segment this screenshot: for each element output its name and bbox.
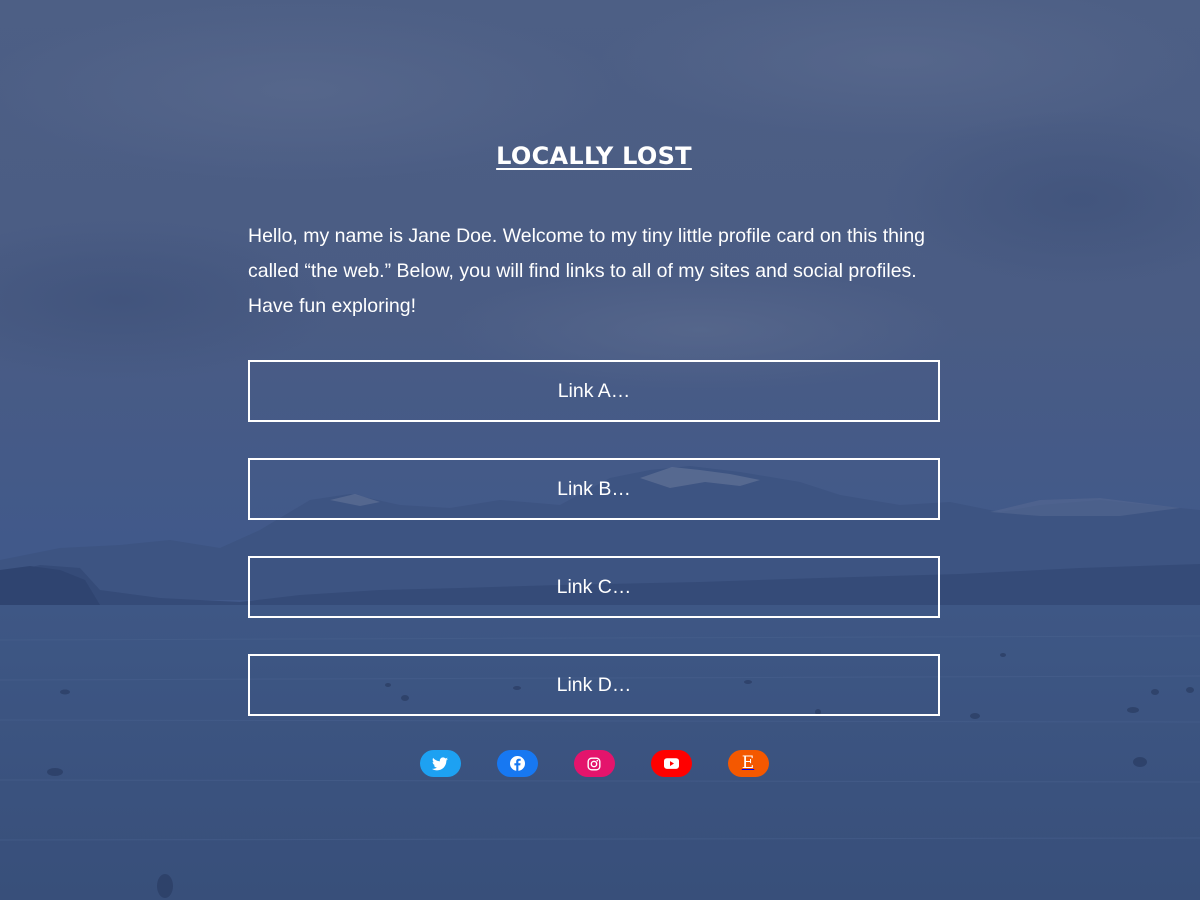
facebook-link[interactable] bbox=[496, 750, 538, 777]
instagram-icon bbox=[587, 756, 601, 771]
instagram-link[interactable] bbox=[573, 750, 615, 777]
link-a-button[interactable]: Link A… bbox=[248, 360, 940, 422]
youtube-icon bbox=[663, 758, 679, 769]
profile-card: LOCALLY LOST Hello, my name is Jane Doe.… bbox=[248, 0, 940, 900]
link-d-button[interactable]: Link D… bbox=[248, 654, 940, 716]
link-b-button[interactable]: Link B… bbox=[248, 458, 940, 520]
site-title-link[interactable]: LOCALLY LOST bbox=[496, 142, 692, 170]
link-c-button[interactable]: Link C… bbox=[248, 556, 940, 618]
site-title: LOCALLY LOST bbox=[248, 140, 940, 172]
social-links: E bbox=[248, 750, 940, 777]
facebook-icon bbox=[509, 756, 525, 771]
etsy-icon: E bbox=[741, 753, 755, 773]
youtube-link[interactable] bbox=[650, 750, 692, 777]
etsy-link[interactable]: E bbox=[727, 750, 769, 777]
twitter-icon bbox=[432, 756, 448, 770]
link-list: Link A… Link B… Link C… Link D… bbox=[248, 360, 940, 752]
twitter-link[interactable] bbox=[419, 750, 461, 777]
intro-paragraph: Hello, my name is Jane Doe. Welcome to m… bbox=[248, 225, 926, 317]
